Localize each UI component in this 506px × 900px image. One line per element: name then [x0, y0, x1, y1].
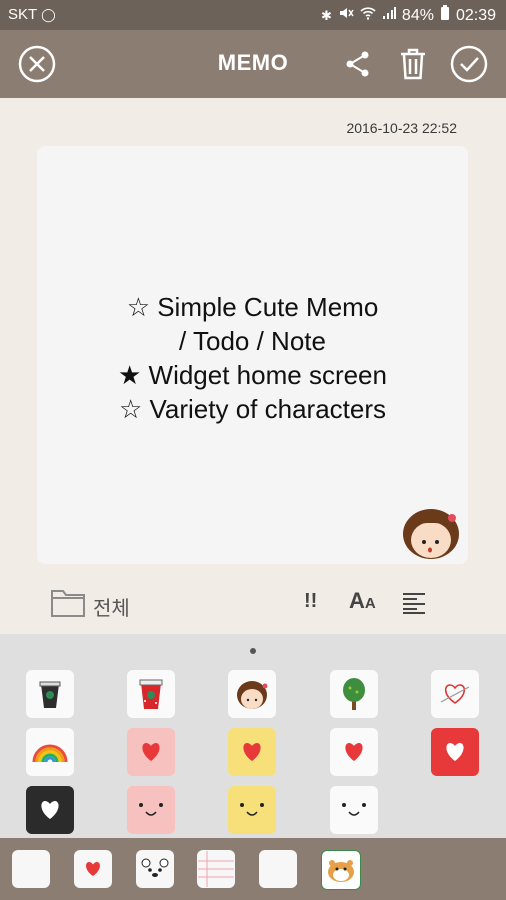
app-bar: MEMO — [0, 30, 506, 98]
coffee-cup-icon[interactable] — [26, 670, 74, 718]
important-button[interactable]: !! — [304, 590, 317, 613]
hamster-paper-icon[interactable] — [321, 850, 361, 890]
memo-card[interactable]: ☆ Simple Cute Memo / Todo / Note ★ Widge… — [37, 146, 468, 564]
memo-toolbar: 전체 !! AA — [0, 580, 506, 624]
wifi-icon — [360, 6, 376, 25]
smile-yellow-icon[interactable] — [228, 786, 276, 834]
battery-icon — [440, 5, 450, 26]
status-icons: ✱ 84% 02:39 — [321, 5, 496, 26]
heart-on-white-icon[interactable] — [330, 728, 378, 776]
status-bar: SKT ◯ ✱ 84% 02:39 — [0, 0, 506, 30]
trash-icon — [401, 48, 425, 80]
girl-face-icon[interactable] — [228, 670, 276, 718]
speech-bubble-icon[interactable] — [259, 850, 297, 888]
share-button[interactable] — [344, 50, 372, 78]
heart-on-red-icon[interactable] — [431, 728, 479, 776]
font-size-label-small: A — [364, 595, 376, 612]
carrier-label: SKT ◯ — [8, 6, 56, 23]
confirm-button[interactable] — [450, 45, 488, 83]
bear-paper-icon[interactable] — [136, 850, 174, 888]
paper-tab-bar — [0, 838, 506, 900]
page-indicator — [250, 648, 256, 654]
mute-icon — [338, 6, 354, 25]
align-left-icon — [403, 593, 425, 614]
red-cup-icon[interactable] — [127, 670, 175, 718]
tree-icon[interactable] — [330, 670, 378, 718]
font-size-button[interactable]: AA — [349, 588, 376, 614]
battery-percent: 84% — [401, 6, 434, 24]
smile-pink-icon[interactable] — [127, 786, 175, 834]
memo-date: 2016-10-23 22:52 — [346, 120, 457, 136]
memo-line: ★ Widget home screen — [118, 360, 387, 390]
memo-text[interactable]: ☆ Simple Cute Memo / Todo / Note ★ Widge… — [37, 290, 468, 426]
memo-line: / Todo / Note — [179, 326, 326, 356]
font-size-label-big: A — [349, 588, 365, 613]
girl-character-icon — [401, 504, 461, 560]
heart-arrow-icon[interactable] — [431, 670, 479, 718]
share-icon — [346, 51, 369, 77]
rainbow-icon[interactable] — [26, 728, 74, 776]
heart-on-black-icon[interactable] — [26, 786, 74, 834]
align-button[interactable] — [402, 592, 426, 619]
bluetooth-icon: ✱ — [321, 7, 332, 23]
plain-paper-icon[interactable] — [12, 850, 50, 888]
memo-line: ☆ Variety of characters — [118, 394, 387, 424]
signal-icon — [382, 6, 396, 25]
smile-white-icon[interactable] — [330, 786, 378, 834]
memo-line: ☆ Simple Cute Memo — [126, 292, 379, 322]
clock: 02:39 — [455, 6, 496, 24]
folder-icon — [51, 590, 85, 617]
heart-on-yellow-icon[interactable] — [228, 728, 276, 776]
delete-button[interactable] — [398, 47, 428, 81]
page-title: MEMO — [217, 50, 289, 75]
lined-paper-icon[interactable] — [197, 850, 235, 888]
heart-on-pink-icon[interactable] — [127, 728, 175, 776]
check-icon — [450, 45, 488, 83]
folder-label[interactable]: 전체 — [93, 592, 130, 621]
heart-paper-icon[interactable] — [74, 850, 112, 888]
